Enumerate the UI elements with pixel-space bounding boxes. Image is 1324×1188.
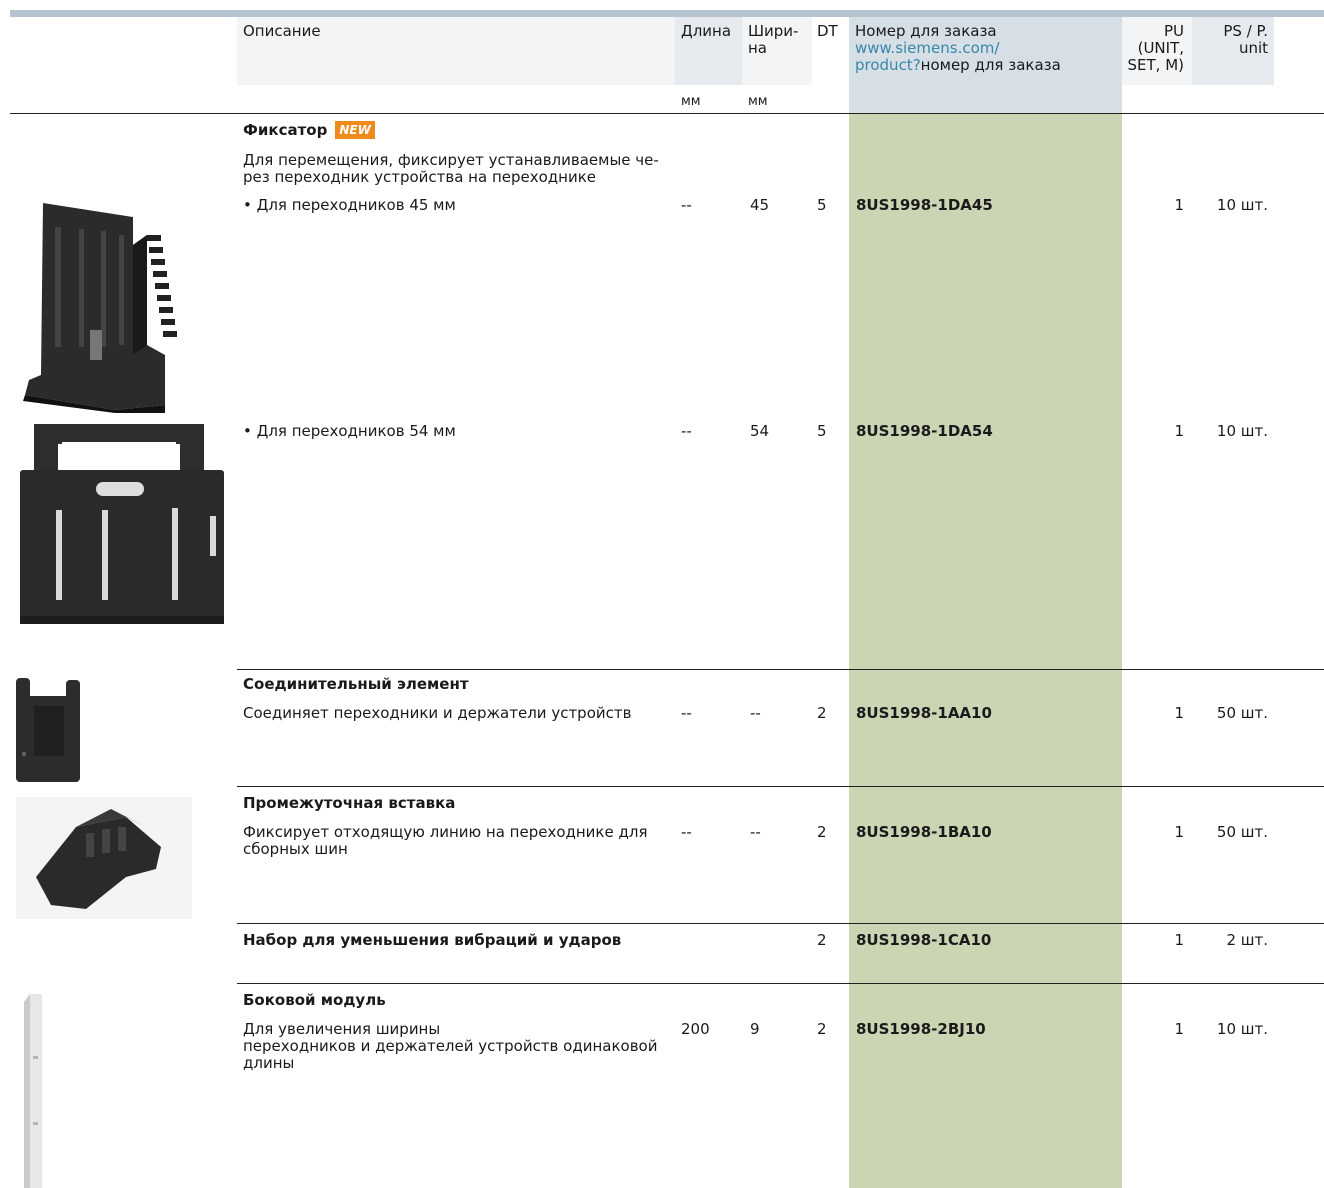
side-desc-3: длины (243, 1054, 295, 1072)
header-description: Описание (243, 22, 321, 40)
side-order[interactable]: 8US1998-2BJ10 (856, 1021, 986, 1038)
latch-54mm-product-image (20, 424, 224, 624)
side-length: 200 (681, 1020, 710, 1038)
vibration-order[interactable]: 8US1998-1CA10 (856, 932, 991, 949)
latch-45mm-product-image (23, 203, 177, 413)
latch-54-text: • Для переходников 54 мм (243, 422, 456, 440)
spacer-order[interactable]: 8US1998-1BA10 (856, 824, 992, 841)
header-order-url-1[interactable]: www.siemens.com/ (855, 40, 999, 57)
spacer-width: -- (750, 823, 761, 841)
header-pu-3: SET, M) (1127, 56, 1185, 74)
spacer-ps: 50 шт. (1216, 823, 1268, 841)
latch-54-pu: 1 (1174, 422, 1184, 440)
header-width-1: Шири- (748, 22, 799, 40)
latch-54-length: -- (681, 422, 692, 440)
connector-product-image (16, 678, 80, 782)
latch-45-ps: 10 шт. (1216, 196, 1268, 214)
latch-54-width: 54 (750, 422, 770, 440)
latch-title-line: Фиксатор NEW (243, 121, 375, 139)
new-badge: NEW (335, 121, 375, 139)
latch-54-order[interactable]: 8US1998-1DA54 (856, 423, 993, 440)
latch-45-pu: 1 (1174, 196, 1184, 214)
vibration-ps: 2 шт. (1226, 931, 1268, 949)
connector-dt: 2 (817, 704, 827, 722)
latch-45-length: -- (681, 196, 692, 214)
header-order-url-2[interactable]: product? (855, 56, 921, 74)
section-rule-3 (237, 923, 1324, 924)
spacer-title: Промежуточная вставка (243, 794, 456, 812)
section-rule-2 (237, 786, 1324, 787)
spacer-desc-2: сборных шин (243, 840, 348, 858)
header-pu-1: PU (1163, 22, 1184, 40)
spacer-length: -- (681, 823, 692, 841)
latch-45-width: 45 (750, 196, 770, 214)
side-pu: 1 (1174, 1020, 1184, 1038)
connector-length: -- (681, 704, 692, 722)
latch-54-ps: 10 шт. (1216, 422, 1268, 440)
spacer-product-image (16, 797, 192, 919)
latch-45-dt: 5 (817, 196, 827, 214)
header-order-title: Номер для заказа (855, 22, 997, 40)
side-title: Боковой модуль (243, 991, 386, 1009)
connector-pu: 1 (1174, 704, 1184, 722)
vibration-pu: 1 (1174, 931, 1184, 949)
side-ps: 10 шт. (1216, 1020, 1268, 1038)
side-width: 9 (750, 1020, 760, 1038)
unit-width: мм (748, 94, 768, 109)
connector-width: -- (750, 704, 761, 722)
unit-length: мм (681, 94, 701, 109)
connector-desc: Соединяет переходники и держатели устрой… (243, 704, 632, 722)
header-length: Длина (681, 22, 732, 40)
connector-order[interactable]: 8US1998-1AA10 (856, 705, 992, 722)
spacer-pu: 1 (1174, 823, 1184, 841)
connector-title: Соединительный элемент (243, 675, 469, 693)
header-rule (10, 113, 1324, 114)
side-module-product-image (24, 994, 42, 1188)
spacer-dt: 2 (817, 823, 827, 841)
header-width-2: на (748, 39, 767, 57)
section-rule-1 (237, 669, 1324, 670)
connector-ps: 50 шт. (1216, 704, 1268, 722)
side-desc-1: Для увеличения ширины (243, 1020, 441, 1038)
vibration-title: Набор для уменьшения вибраций и ударов (243, 931, 622, 949)
section-rule-4 (237, 983, 1324, 984)
latch-54-dt: 5 (817, 422, 827, 440)
side-dt: 2 (817, 1020, 827, 1038)
spacer-desc-1: Фиксирует отходящую линию на переходнике… (243, 823, 648, 841)
header-order-url-suffix: номер для заказа (920, 56, 1061, 74)
header-dt: DT (817, 22, 838, 40)
latch-desc-1: Для перемещения, фиксирует устанавливаем… (243, 151, 659, 169)
header-pu-2: (UNIT, (1137, 39, 1184, 57)
latch-title: Фиксатор (243, 121, 328, 139)
top-rule (10, 10, 1324, 17)
header-ps-1: PS / P. (1223, 22, 1268, 40)
header-ps-2: unit (1238, 39, 1268, 57)
side-desc-2: переходников и держателей устройств один… (243, 1037, 658, 1055)
vibration-dt: 2 (817, 931, 827, 949)
latch-45-order[interactable]: 8US1998-1DA45 (856, 197, 993, 214)
latch-45-text: • Для переходников 45 мм (243, 196, 456, 214)
header-order-url-line: product?номер для заказа (855, 57, 1061, 74)
latch-desc-2: рез переходник устройства на переходнике (243, 168, 597, 186)
